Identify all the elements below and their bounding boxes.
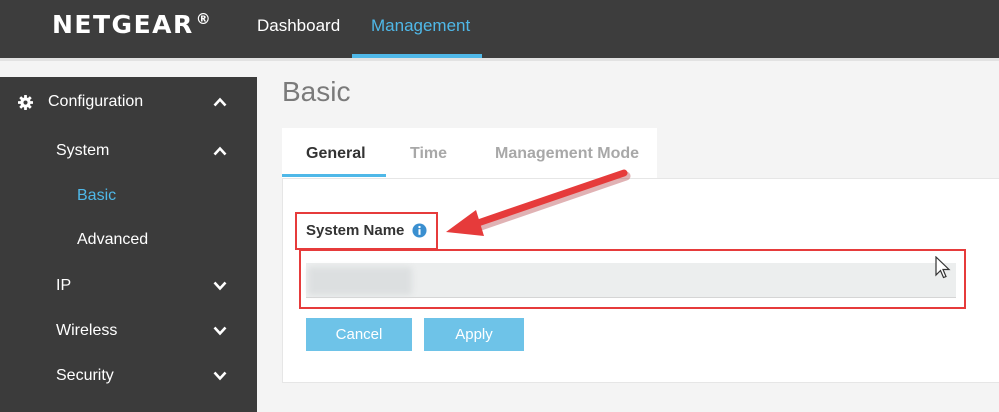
sidebar-item-basic[interactable]: Basic bbox=[0, 177, 257, 217]
sidebar-item-system[interactable]: System bbox=[0, 132, 257, 172]
sidebar-item-security[interactable]: Security bbox=[0, 357, 257, 397]
active-tab-underline bbox=[282, 174, 386, 177]
chevron-up-icon bbox=[213, 146, 227, 156]
topbar-divider bbox=[0, 58, 999, 61]
top-bar: NETGEAR ® Dashboard Management bbox=[0, 0, 999, 58]
sidebar-item-advanced[interactable]: Advanced bbox=[0, 221, 257, 261]
sidebar-item-label: Advanced bbox=[77, 231, 149, 248]
netgear-logo[interactable]: NETGEAR ® bbox=[52, 10, 212, 39]
tab-time[interactable]: Time bbox=[410, 145, 447, 163]
sidebar-item-configuration[interactable]: Configuration bbox=[0, 83, 257, 123]
tab-management[interactable]: Management bbox=[371, 16, 470, 36]
sidebar-item-label: IP bbox=[56, 277, 72, 294]
cancel-button[interactable]: Cancel bbox=[306, 318, 412, 351]
chevron-down-icon bbox=[213, 326, 227, 336]
sidebar-item-label: Basic bbox=[77, 187, 117, 204]
sidebar-item-ip[interactable]: IP bbox=[0, 267, 257, 307]
chevron-down-icon bbox=[213, 371, 227, 381]
sidebar-item-wireless[interactable]: Wireless bbox=[0, 312, 257, 352]
sidebar-item-label: Configuration bbox=[48, 93, 144, 110]
sidebar-item-label: System bbox=[56, 142, 110, 159]
logo-text: NETGEAR bbox=[52, 10, 194, 39]
sidebar-item-label: Wireless bbox=[56, 322, 118, 339]
tab-management-mode[interactable]: Management Mode bbox=[495, 145, 639, 163]
apply-button[interactable]: Apply bbox=[424, 318, 524, 351]
gear-icon bbox=[18, 95, 33, 110]
tab-dashboard[interactable]: Dashboard bbox=[257, 16, 340, 36]
sidebar: Configuration System Basic Advanced IP W… bbox=[0, 77, 257, 412]
content-tabs: General Time Management Mode bbox=[282, 128, 657, 178]
annotation-highlight-label bbox=[295, 212, 438, 250]
chevron-up-icon bbox=[213, 97, 227, 107]
system-name-input[interactable] bbox=[306, 263, 956, 298]
page-title: Basic bbox=[282, 76, 351, 107]
sidebar-item-label: Security bbox=[56, 367, 114, 384]
registered-mark: ® bbox=[195, 10, 213, 28]
chevron-down-icon bbox=[213, 281, 227, 291]
tab-general[interactable]: General bbox=[306, 145, 366, 163]
